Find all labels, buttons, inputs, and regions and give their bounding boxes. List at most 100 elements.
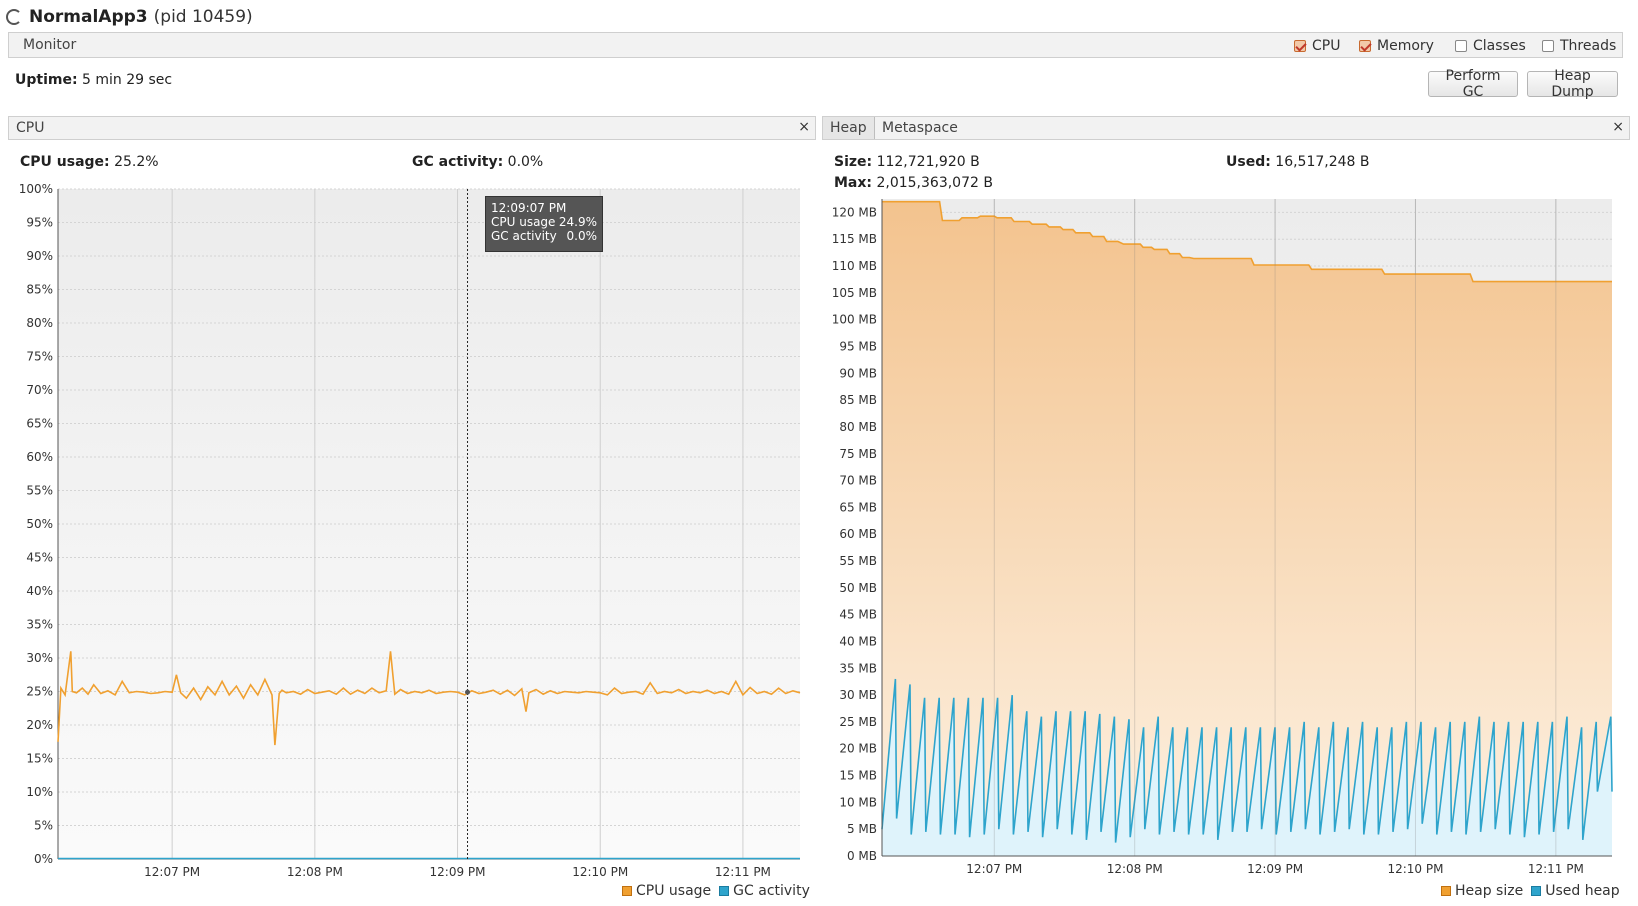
y-tick-label: 110 MB	[832, 259, 877, 273]
classes-checkbox-box[interactable]	[1455, 40, 1467, 52]
threads-checkbox-box[interactable]	[1542, 40, 1554, 52]
cpu-tooltip: 12:09:07 PM CPU usage 24.9% GC activity …	[485, 196, 603, 252]
memory-checkbox[interactable]: Memory	[1359, 38, 1434, 54]
y-tick-label: 70 MB	[839, 474, 877, 488]
classes-checkbox[interactable]: Classes	[1455, 38, 1526, 54]
cpu-panel-header: CPU ×	[8, 116, 816, 140]
y-tick-label: 70%	[26, 383, 53, 397]
heap-max-stat: Max: 2,015,363,072 B	[834, 175, 993, 191]
legend-label-gc: GC activity	[733, 883, 810, 899]
y-tick-label: 10%	[26, 785, 53, 799]
x-tick-label: 12:07 PM	[966, 862, 1022, 876]
heap-used-label: Used:	[1226, 154, 1271, 170]
plot-background	[58, 189, 800, 859]
tooltip-row-gc: GC activity 0.0%	[491, 229, 597, 243]
tab-heap[interactable]: Heap	[823, 117, 875, 139]
heap-dump-button[interactable]: Heap Dump	[1527, 68, 1618, 100]
memory-checkbox-box[interactable]	[1359, 40, 1371, 52]
y-tick-label: 15 MB	[839, 769, 877, 783]
x-tick-label: 12:11 PM	[1528, 862, 1584, 876]
y-tick-label: 95%	[26, 216, 53, 230]
y-tick-label: 30%	[26, 651, 53, 665]
y-tick-label: 80 MB	[839, 420, 877, 434]
y-tick-label: 75%	[26, 350, 53, 364]
tooltip-time: 12:09:07 PM	[491, 201, 567, 215]
legend-swatch-gc	[719, 886, 730, 896]
y-tick-label: 60%	[26, 450, 53, 464]
perform-gc-button[interactable]: Perform GC	[1428, 68, 1518, 100]
heap-max-value: 2,015,363,072 B	[876, 175, 993, 191]
cpu-checkbox[interactable]: CPU	[1294, 38, 1340, 54]
heap-panel-close-icon[interactable]: ×	[1612, 119, 1624, 135]
y-tick-label: 85 MB	[839, 393, 877, 407]
heap-max-label: Max:	[834, 175, 873, 191]
y-tick-label: 25%	[26, 685, 53, 699]
y-tick-label: 95 MB	[839, 339, 877, 353]
app-pid: (pid 10459)	[153, 7, 253, 27]
cpu-usage-label: CPU usage:	[20, 154, 110, 170]
y-tick-label: 90%	[26, 249, 53, 263]
legend-label-heap-size: Heap size	[1455, 883, 1524, 899]
y-tick-label: 0%	[34, 852, 53, 866]
cpu-legend: CPU usage GC activity	[622, 883, 810, 899]
x-tick-label: 12:10 PM	[1387, 862, 1443, 876]
monitor-toolbar: Monitor CPU Memory Classes Threads	[8, 32, 1623, 58]
heap-size-value: 112,721,920 B	[876, 154, 980, 170]
y-tick-label: 115 MB	[832, 232, 877, 246]
y-tick-label: 0 MB	[847, 849, 877, 863]
cursor-point	[465, 689, 471, 695]
y-tick-label: 45 MB	[839, 608, 877, 622]
y-tick-label: 100%	[19, 182, 53, 196]
legend-swatch-used-heap	[1531, 886, 1542, 896]
y-tick-label: 50%	[26, 517, 53, 531]
y-tick-label: 60 MB	[839, 527, 877, 541]
tab-metaspace[interactable]: Metaspace	[875, 117, 965, 139]
legend-label-cpu: CPU usage	[636, 883, 712, 899]
threads-checkbox[interactable]: Threads	[1542, 38, 1616, 54]
memory-checkbox-label: Memory	[1377, 38, 1434, 54]
y-tick-label: 35%	[26, 618, 53, 632]
uptime: Uptime: 5 min 29 sec	[15, 72, 172, 88]
classes-checkbox-label: Classes	[1473, 38, 1526, 54]
legend-swatch-heap-size	[1441, 886, 1451, 896]
uptime-label: Uptime:	[15, 72, 78, 88]
tooltip-cpu-value: 24.9%	[558, 215, 597, 229]
y-tick-label: 55%	[26, 484, 53, 498]
y-tick-label: 45%	[26, 551, 53, 565]
y-tick-label: 65%	[26, 417, 53, 431]
y-tick-label: 85%	[26, 283, 53, 297]
x-tick-label: 12:10 PM	[572, 865, 628, 879]
heap-used-value: 16,517,248 B	[1275, 154, 1370, 170]
cpu-panel-close-icon[interactable]: ×	[798, 119, 810, 135]
y-tick-label: 5 MB	[847, 822, 877, 836]
x-tick-label: 12:09 PM	[1247, 862, 1303, 876]
cpu-usage-value: 25.2%	[114, 154, 159, 170]
y-tick-label: 15%	[26, 752, 53, 766]
y-tick-label: 25 MB	[839, 715, 877, 729]
cpu-checkbox-box[interactable]	[1294, 40, 1306, 52]
y-tick-label: 5%	[34, 819, 53, 833]
y-tick-label: 90 MB	[839, 366, 877, 380]
cpu-chart: 0% 5% 10% 15% 20% 25% 30% 35% 40% 45% 50% 55% 60% 65%…	[19, 182, 801, 879]
tooltip-gc-value: 0.0%	[566, 229, 598, 243]
cpu-usage-stat: CPU usage: 25.2%	[20, 154, 159, 170]
legend-swatch-cpu	[622, 886, 632, 896]
legend-label-used-heap: Used heap	[1545, 883, 1620, 899]
x-tick-label: 12:07 PM	[144, 865, 200, 879]
loading-spinner-icon	[6, 9, 22, 25]
window-title: NormalApp3 (pid 10459)	[6, 4, 253, 30]
y-tick-label: 105 MB	[832, 286, 877, 300]
y-tick-label: 30 MB	[839, 688, 877, 702]
x-tick-label: 12:08 PM	[287, 865, 343, 879]
y-tick-label: 120 MB	[832, 205, 877, 219]
heap-legend: Heap size Used heap	[1441, 883, 1620, 899]
tab-cpu[interactable]: CPU	[9, 117, 51, 139]
y-tick-label: 65 MB	[839, 500, 877, 514]
x-tick-label: 12:08 PM	[1107, 862, 1163, 876]
heap-used-stat: Used: 16,517,248 B	[1226, 154, 1370, 170]
x-tick-label: 12:09 PM	[430, 865, 486, 879]
gc-activity-stat: GC activity: 0.0%	[412, 154, 543, 170]
gc-activity-value: 0.0%	[507, 154, 544, 170]
y-tick-label: 10 MB	[839, 795, 877, 809]
y-tick-label: 100 MB	[832, 313, 877, 327]
